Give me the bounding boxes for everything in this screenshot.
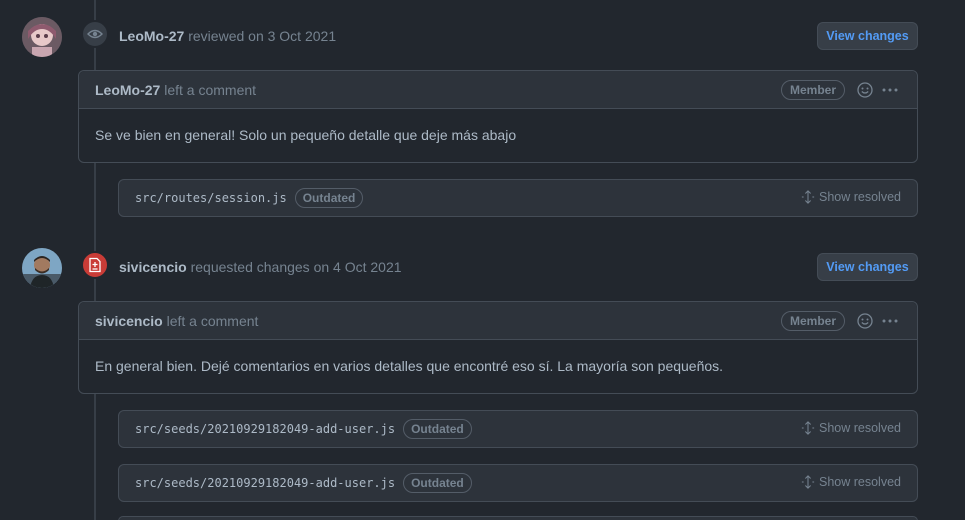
comment-header: sivicencio left a comment Member	[79, 302, 917, 340]
comment-body: Se ve bien en general! Solo un pequeño d…	[95, 127, 517, 143]
comment-action: left a comment	[166, 312, 259, 329]
changes-requested-event-line: sivicencio requested changes on 4 Oct 20…	[119, 259, 402, 275]
view-changes-button[interactable]: View changes	[817, 22, 918, 50]
unfold-icon	[801, 190, 815, 204]
event-action: requested changes on 4 Oct 2021	[190, 259, 402, 275]
unfold-icon	[801, 475, 815, 489]
member-badge: Member	[780, 80, 845, 100]
event-author[interactable]: LeoMo-27	[119, 28, 184, 44]
file-diff-icon	[81, 251, 109, 279]
outdated-label: Outdated	[294, 188, 364, 208]
event-action: reviewed on 3 Oct 2021	[188, 28, 337, 44]
review-comment: LeoMo-27 left a comment Member Se ve bie…	[78, 70, 918, 163]
avatar[interactable]	[22, 17, 62, 57]
file-path[interactable]: src/routes/session.js	[135, 191, 287, 205]
comment-body: En general bien. Dejé comentarios en var…	[95, 358, 724, 374]
outdated-label: Outdated	[403, 419, 472, 439]
smiley-icon[interactable]	[857, 313, 873, 329]
file-path[interactable]: src/seeds/20210929182049-add-user.js	[135, 422, 395, 436]
review-thread-file-partial	[118, 516, 918, 520]
show-resolved-button[interactable]: Show resolved	[801, 190, 901, 204]
show-resolved-label: Show resolved	[819, 475, 901, 489]
review-thread-file[interactable]: src/routes/session.js Outdated Show reso…	[118, 179, 918, 217]
show-resolved-label: Show resolved	[819, 421, 901, 435]
member-badge: Member	[780, 311, 845, 331]
unfold-icon	[801, 421, 815, 435]
kebab-horizontal-icon[interactable]	[881, 312, 899, 330]
file-path[interactable]: src/seeds/20210929182049-add-user.js	[135, 476, 395, 490]
show-resolved-button[interactable]: Show resolved	[801, 475, 901, 489]
review-event-line: LeoMo-27 reviewed on 3 Oct 2021	[119, 28, 336, 44]
outdated-label: Outdated	[403, 473, 472, 493]
avatar[interactable]	[22, 248, 62, 288]
comment-header: LeoMo-27 left a comment Member	[79, 71, 917, 109]
kebab-horizontal-icon[interactable]	[881, 81, 899, 99]
eye-icon	[81, 20, 109, 48]
view-changes-button[interactable]: View changes	[817, 253, 918, 281]
review-thread-file[interactable]: src/seeds/20210929182049-add-user.js Out…	[118, 464, 918, 502]
comment-author[interactable]: LeoMo-27	[95, 82, 160, 98]
show-resolved-button[interactable]: Show resolved	[801, 421, 901, 435]
comment-action: left a comment	[164, 81, 257, 98]
smiley-icon[interactable]	[857, 82, 873, 98]
show-resolved-label: Show resolved	[819, 190, 901, 204]
review-thread-file[interactable]: src/seeds/20210929182049-add-user.js Out…	[118, 410, 918, 448]
event-author[interactable]: sivicencio	[119, 259, 187, 275]
review-comment: sivicencio left a comment Member En gene…	[78, 301, 918, 394]
comment-author[interactable]: sivicencio	[95, 313, 163, 329]
